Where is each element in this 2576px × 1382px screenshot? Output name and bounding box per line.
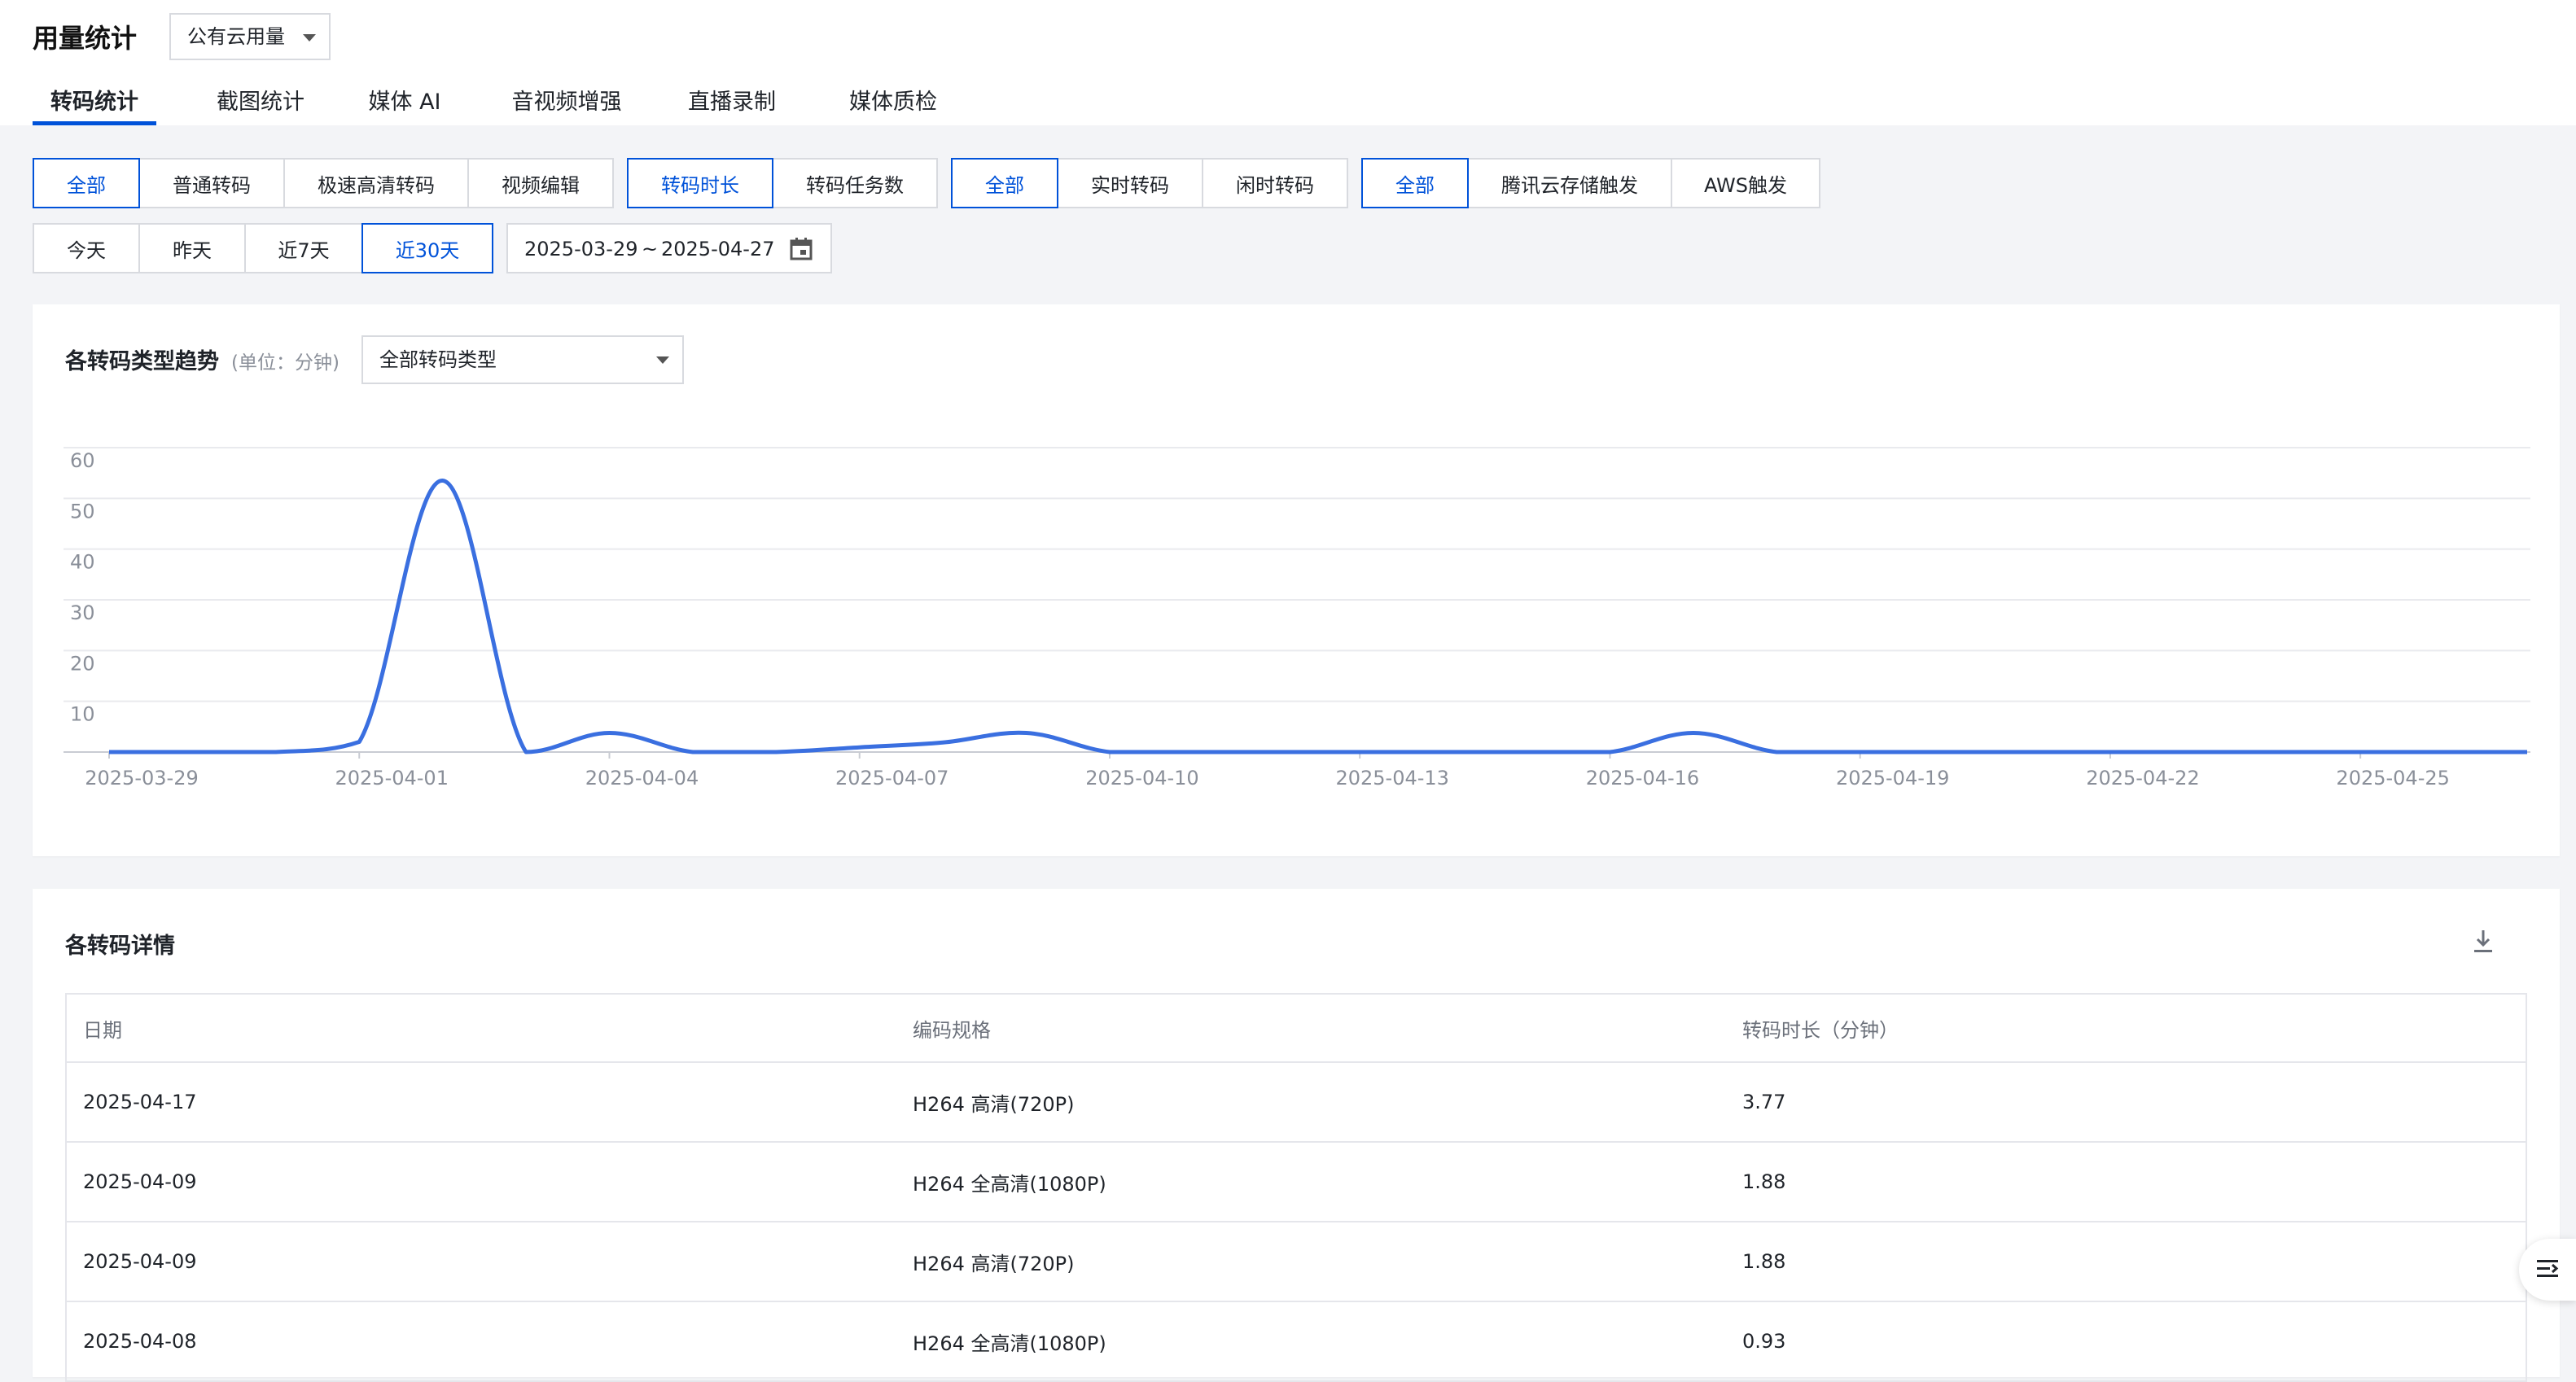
column-header-spec: 编码规格 <box>896 994 1726 1063</box>
column-header-duration: 转码时长（分钟） <box>1726 994 2526 1063</box>
column-header-date: 日期 <box>66 994 896 1063</box>
y-tick-label: 60 <box>70 449 95 472</box>
filter-type-all[interactable]: 全部 <box>33 158 140 208</box>
filter-type-edit[interactable]: 视频编辑 <box>467 158 614 208</box>
menu-collapse-icon <box>2537 1260 2559 1277</box>
cell-spec: H264 全高清(1080P) <box>896 1142 1726 1222</box>
detail-table-card: 各转码详情 日期 编码规格 转码时长（分钟） 2025-04-17 H264 高… <box>33 889 2560 1382</box>
filter-mode-realtime[interactable]: 实时转码 <box>1057 158 1203 208</box>
x-tick-label: 2025-04-13 <box>1335 767 1448 789</box>
trend-line-chart: 10 20 30 40 50 60 2025-03-29 2025-04-01 2025-04-… <box>64 447 2530 789</box>
download-icon[interactable] <box>2470 928 2496 956</box>
x-tick-label: 2025-04-07 <box>835 767 948 789</box>
page-header: 用量统计 公有云用量 转码统计 截图统计 媒体 AI 音视频增强 直播录制 媒体… <box>0 0 2576 125</box>
cell-spec: H264 全高清(1080P) <box>896 1301 1726 1382</box>
y-tick-label: 40 <box>70 551 95 574</box>
filter-mode-idle[interactable]: 闲时转码 <box>1202 158 1348 208</box>
x-tick-label: 2025-04-25 <box>2336 767 2449 789</box>
cell-date: 2025-04-17 <box>66 1062 896 1143</box>
calendar-icon <box>790 238 813 260</box>
side-menu-button[interactable] <box>2519 1239 2576 1301</box>
trend-chart-card: 各转码类型趋势 (单位：分钟) 全部转码类型 10 20 30 40 50 60 2025-… <box>33 304 2560 856</box>
cell-duration: 1.88 <box>1726 1142 2526 1222</box>
filter-metric-duration[interactable]: 转码时长 <box>627 158 773 208</box>
tab-media-ai[interactable]: 媒体 AI <box>355 81 454 125</box>
filter-type-normal[interactable]: 普通转码 <box>138 158 285 208</box>
table-title: 各转码详情 <box>65 934 175 959</box>
period-7-days[interactable]: 近7天 <box>244 223 363 273</box>
tab-screenshot-stats[interactable]: 截图统计 <box>200 81 321 125</box>
x-tick-label: 2025-04-22 <box>2086 767 2199 789</box>
x-tick-label: 2025-04-01 <box>335 767 448 789</box>
chevron-down-icon <box>303 34 316 42</box>
cell-date: 2025-04-09 <box>66 1222 896 1302</box>
period-today[interactable]: 今天 <box>33 223 140 273</box>
filter-mode-all[interactable]: 全部 <box>951 158 1058 208</box>
usage-scope-select[interactable]: 公有云用量 <box>169 13 331 60</box>
tab-transcode-stats[interactable]: 转码统计 <box>33 81 156 125</box>
period-30-days[interactable]: 近30天 <box>361 223 493 273</box>
x-tick-label: 2025-03-29 <box>85 767 198 789</box>
date-start: 2025-03-29 <box>524 238 638 260</box>
page-title: 用量统计 <box>33 23 138 54</box>
cell-duration: 1.88 <box>1726 1222 2526 1302</box>
x-tick-label: 2025-04-04 <box>585 767 699 789</box>
table-row: 2025-04-09 H264 高清(720P) 1.88 <box>66 1222 2526 1302</box>
cell-duration: 0.93 <box>1726 1301 2526 1382</box>
transcode-detail-table: 日期 编码规格 转码时长（分钟） 2025-04-17 H264 高清(720P… <box>65 993 2527 1382</box>
date-separator: ~ <box>642 238 659 260</box>
tab-live-recording[interactable]: 直播录制 <box>672 81 791 125</box>
x-tick-label: 2025-04-19 <box>1836 767 1949 789</box>
cell-duration: 3.77 <box>1726 1062 2526 1143</box>
y-tick-label: 30 <box>70 601 95 624</box>
cell-date: 2025-04-09 <box>66 1142 896 1222</box>
filter-type-tesla[interactable]: 极速高清转码 <box>283 158 469 208</box>
filter-metric-task-count[interactable]: 转码任务数 <box>772 158 938 208</box>
tab-media-quality[interactable]: 媒体质检 <box>830 81 956 125</box>
filter-trigger-cos[interactable]: 腾讯云存储触发 <box>1467 158 1672 208</box>
x-tick-label: 2025-04-10 <box>1085 767 1198 789</box>
cell-date: 2025-04-08 <box>66 1301 896 1382</box>
tab-av-enhance[interactable]: 音视频增强 <box>495 81 638 125</box>
filter-trigger-all[interactable]: 全部 <box>1361 158 1469 208</box>
period-yesterday[interactable]: 昨天 <box>138 223 246 273</box>
date-end: 2025-04-27 <box>661 238 775 260</box>
series-line <box>108 479 2527 754</box>
table-row: 2025-04-09 H264 全高清(1080P) 1.88 <box>66 1142 2526 1222</box>
table-header-row: 日期 编码规格 转码时长（分钟） <box>66 994 2526 1063</box>
cell-spec: H264 高清(720P) <box>896 1222 1726 1302</box>
y-tick-label: 20 <box>70 652 95 675</box>
y-tick-label: 10 <box>70 703 95 726</box>
table-row: 2025-04-08 H264 全高清(1080P) 0.93 <box>66 1301 2526 1382</box>
cell-spec: H264 高清(720P) <box>896 1062 1726 1143</box>
x-tick-label: 2025-04-16 <box>1586 767 1699 789</box>
table-row: 2025-04-17 H264 高清(720P) 3.77 <box>66 1062 2526 1143</box>
y-tick-label: 50 <box>70 500 95 523</box>
filter-trigger-aws[interactable]: AWS触发 <box>1671 158 1820 208</box>
usage-scope-value: 公有云用量 <box>187 25 285 48</box>
date-range-picker[interactable]: 2025-03-29 ~ 2025-04-27 <box>506 223 832 273</box>
